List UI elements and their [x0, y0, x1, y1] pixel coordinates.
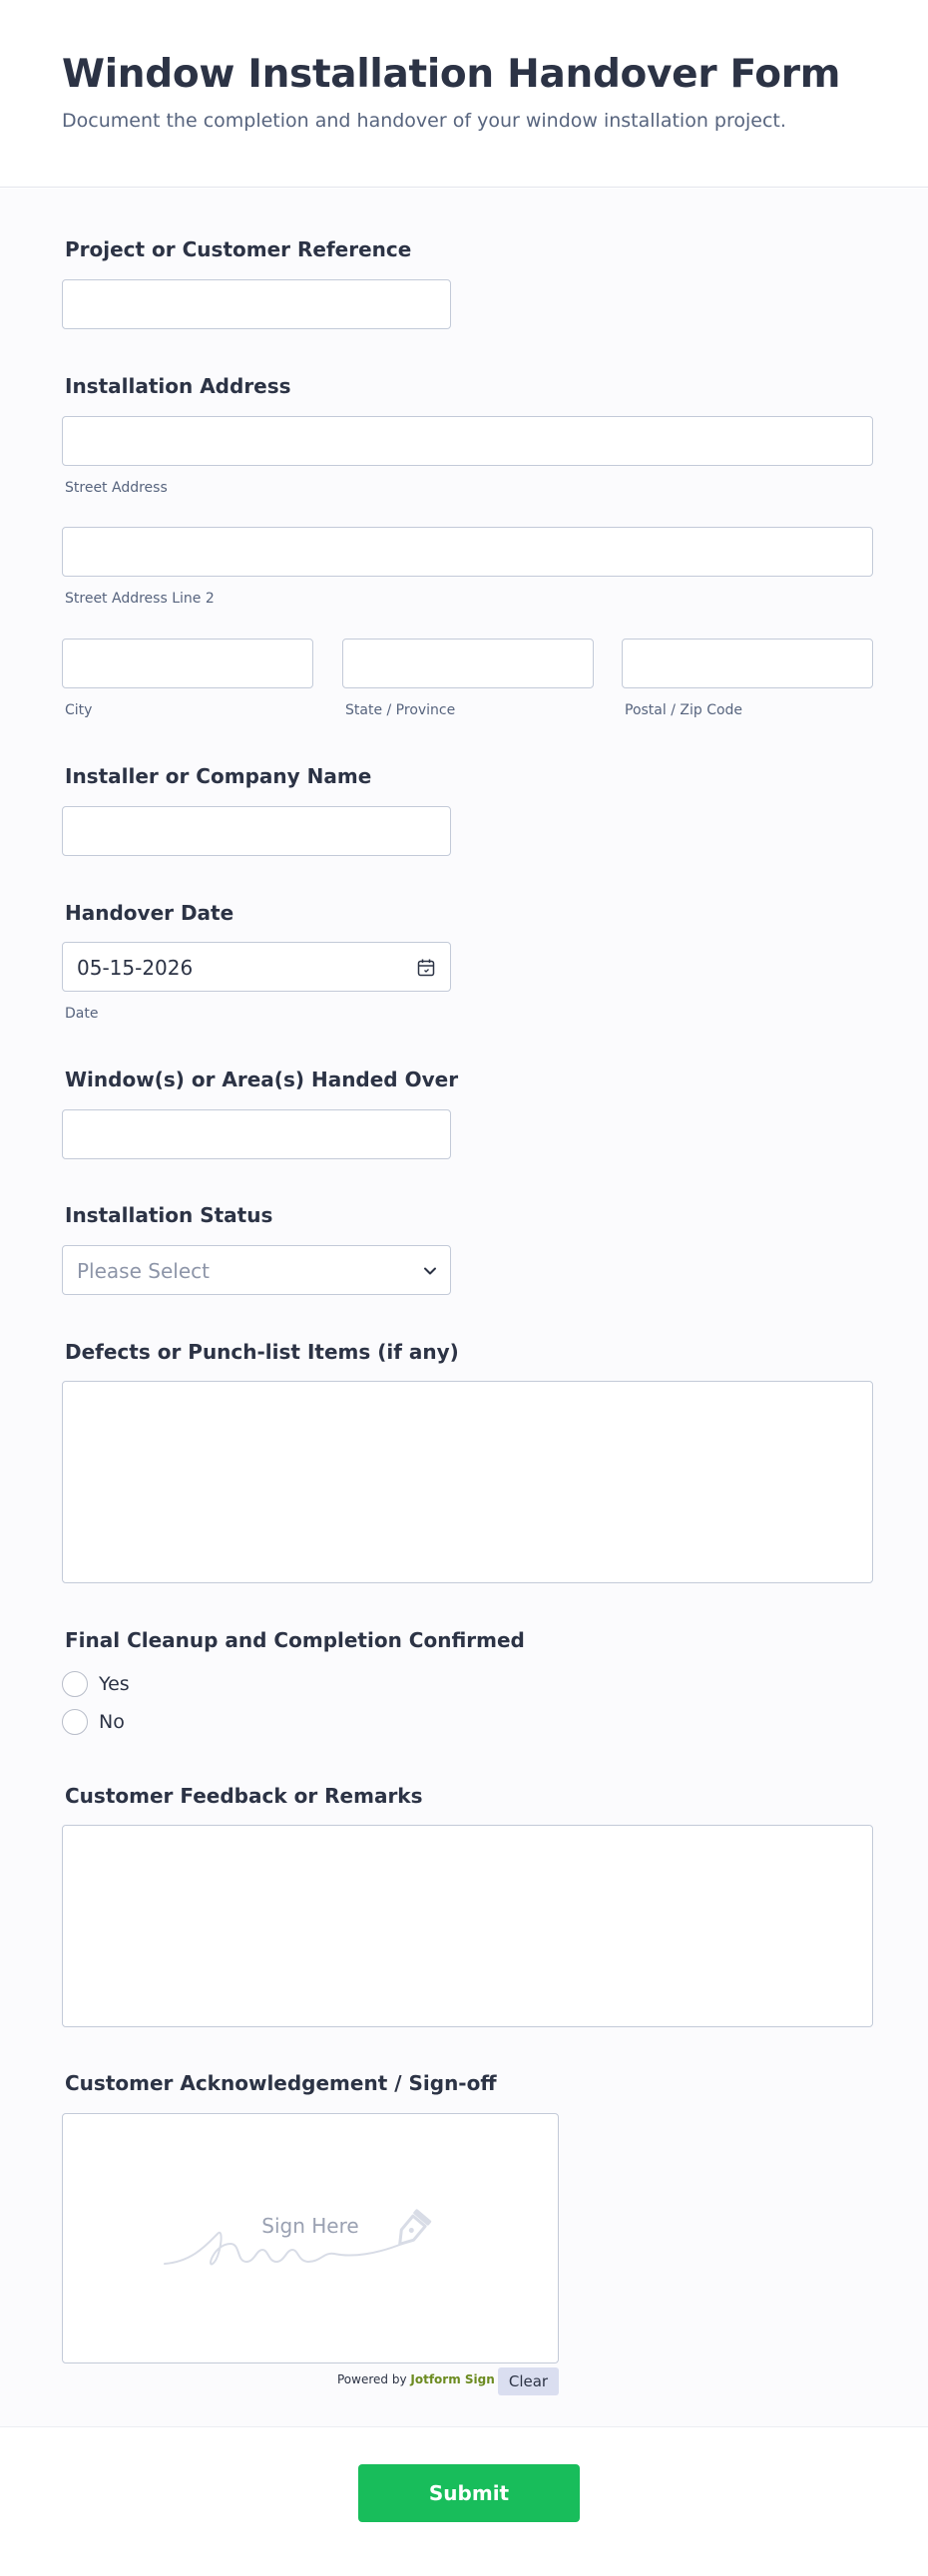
customer-feedback-label: Customer Feedback or Remarks	[65, 1784, 423, 1808]
form-footer: Submit	[0, 2426, 928, 2576]
defects-textarea[interactable]	[62, 1381, 873, 1583]
state-input[interactable]	[342, 639, 594, 688]
defects-label: Defects or Punch-list Items (if any)	[65, 1340, 459, 1364]
radio-no[interactable]	[62, 1709, 88, 1735]
installation-address-label: Installation Address	[65, 374, 291, 398]
installation-status-select[interactable]: Please Select	[62, 1245, 451, 1295]
handover-date-value: 05-15-2026	[77, 956, 194, 980]
city-input[interactable]	[62, 639, 313, 688]
zip-input[interactable]	[622, 639, 873, 688]
street-address-line2-input[interactable]	[62, 527, 873, 577]
chevron-down-icon	[424, 1267, 436, 1275]
signature-label: Customer Acknowledgement / Sign-off	[65, 2071, 497, 2095]
form-subtitle: Document the completion and handover of …	[62, 110, 786, 132]
zip-sublabel: Postal / Zip Code	[625, 702, 743, 718]
cleanup-confirmed-label: Final Cleanup and Completion Confirmed	[65, 1628, 525, 1652]
project-reference-input[interactable]	[62, 279, 451, 329]
project-reference-label: Project or Customer Reference	[65, 237, 412, 261]
sign-here-placeholder: Sign Here	[261, 2214, 359, 2238]
customer-feedback-textarea[interactable]	[62, 1825, 873, 2027]
radio-yes[interactable]	[62, 1671, 88, 1697]
clear-signature-button[interactable]: Clear	[498, 2367, 559, 2395]
form-header: Window Installation Handover Form Docume…	[0, 0, 928, 188]
calendar-icon[interactable]	[416, 958, 436, 978]
form-title: Window Installation Handover Form	[62, 52, 841, 97]
windows-handed-over-label: Window(s) or Area(s) Handed Over	[65, 1068, 459, 1091]
jotform-sign-brand[interactable]: Jotform Sign	[410, 2372, 494, 2386]
windows-handed-over-input[interactable]	[62, 1109, 451, 1159]
installer-label: Installer or Company Name	[65, 764, 372, 788]
radio-no-label: No	[99, 1711, 125, 1733]
powered-by-label: Powered by	[337, 2372, 407, 2386]
handover-date-input[interactable]: 05-15-2026	[62, 942, 451, 992]
city-sublabel: City	[65, 702, 93, 718]
signature-pad[interactable]: Sign Here	[62, 2113, 559, 2363]
submit-button[interactable]: Submit	[358, 2464, 580, 2522]
handover-date-sublabel: Date	[65, 1006, 99, 1022]
powered-by-text: Powered by Jotform Sign	[337, 2372, 495, 2386]
cleanup-option-yes[interactable]: Yes	[62, 1670, 130, 1698]
street-address-line2-sublabel: Street Address Line 2	[65, 591, 215, 607]
installation-status-label: Installation Status	[65, 1203, 273, 1227]
state-sublabel: State / Province	[345, 702, 456, 718]
street-address-sublabel: Street Address	[65, 480, 168, 496]
street-address-input[interactable]	[62, 416, 873, 466]
radio-yes-label: Yes	[99, 1673, 130, 1695]
installer-input[interactable]	[62, 806, 451, 856]
handover-date-label: Handover Date	[65, 901, 234, 925]
installation-status-placeholder: Please Select	[77, 1259, 210, 1283]
cleanup-option-no[interactable]: No	[62, 1708, 125, 1736]
